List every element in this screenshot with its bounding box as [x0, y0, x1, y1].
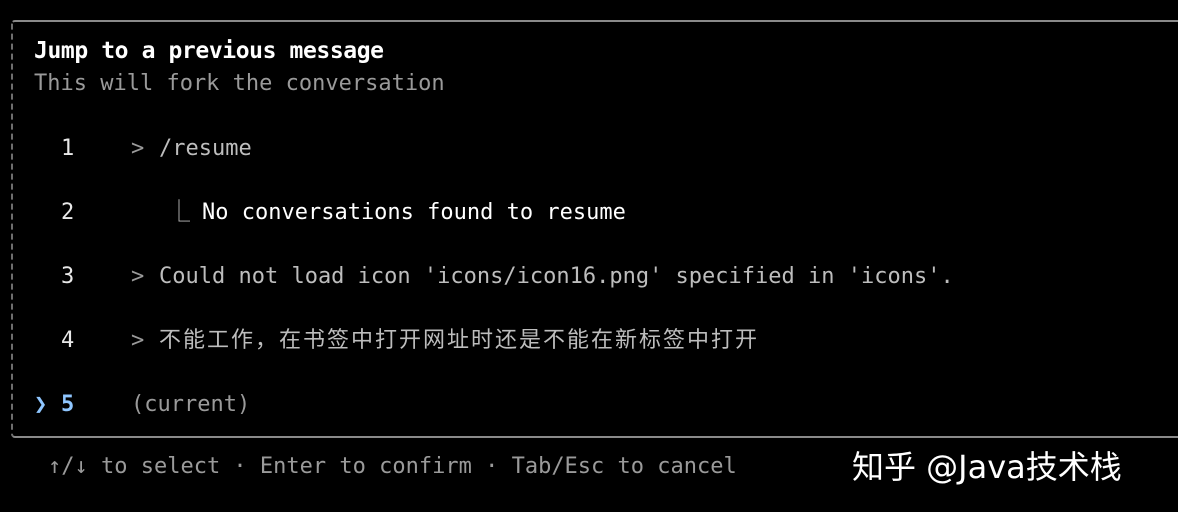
message-text: Could not load icon 'icons/icon16.png' s…: [159, 264, 954, 289]
message-number: 5: [61, 392, 75, 417]
selection-pointer-icon: ❯: [34, 392, 48, 417]
message-number: 4: [61, 328, 75, 353]
prompt-caret-icon: >: [131, 264, 145, 289]
watermark: 知乎 @Java技术栈: [852, 448, 1122, 486]
message-text: /resume: [159, 136, 252, 161]
message-item-5-current[interactable]: ❯ 5 (current): [0, 390, 1178, 420]
message-text: No conversations found to resume: [202, 200, 626, 225]
message-text: 不能工作，在书签中打开网址时还是不能在新标签中打开: [159, 328, 760, 353]
message-item-2[interactable]: 2 ⎿ No conversations found to resume: [0, 198, 1178, 228]
message-item-3[interactable]: 3 > Could not load icon 'icons/icon16.pn…: [0, 262, 1178, 292]
keyboard-hint: ↑/↓ to select · Enter to confirm · Tab/E…: [48, 454, 737, 479]
prompt-caret-icon: >: [131, 136, 145, 161]
message-item-4[interactable]: 4 > 不能工作，在书签中打开网址时还是不能在新标签中打开: [0, 326, 1178, 356]
current-label: (current): [131, 392, 251, 417]
dialog-subtitle: This will fork the conversation: [34, 71, 445, 96]
message-number: 2: [61, 200, 75, 225]
message-item-1[interactable]: 1 > /resume: [0, 134, 1178, 164]
reply-branch-icon: ⎿: [168, 200, 191, 225]
prompt-caret-icon: >: [131, 328, 145, 353]
message-number: 3: [61, 264, 75, 289]
dialog-title: Jump to a previous message: [34, 38, 384, 64]
message-number: 1: [61, 136, 75, 161]
